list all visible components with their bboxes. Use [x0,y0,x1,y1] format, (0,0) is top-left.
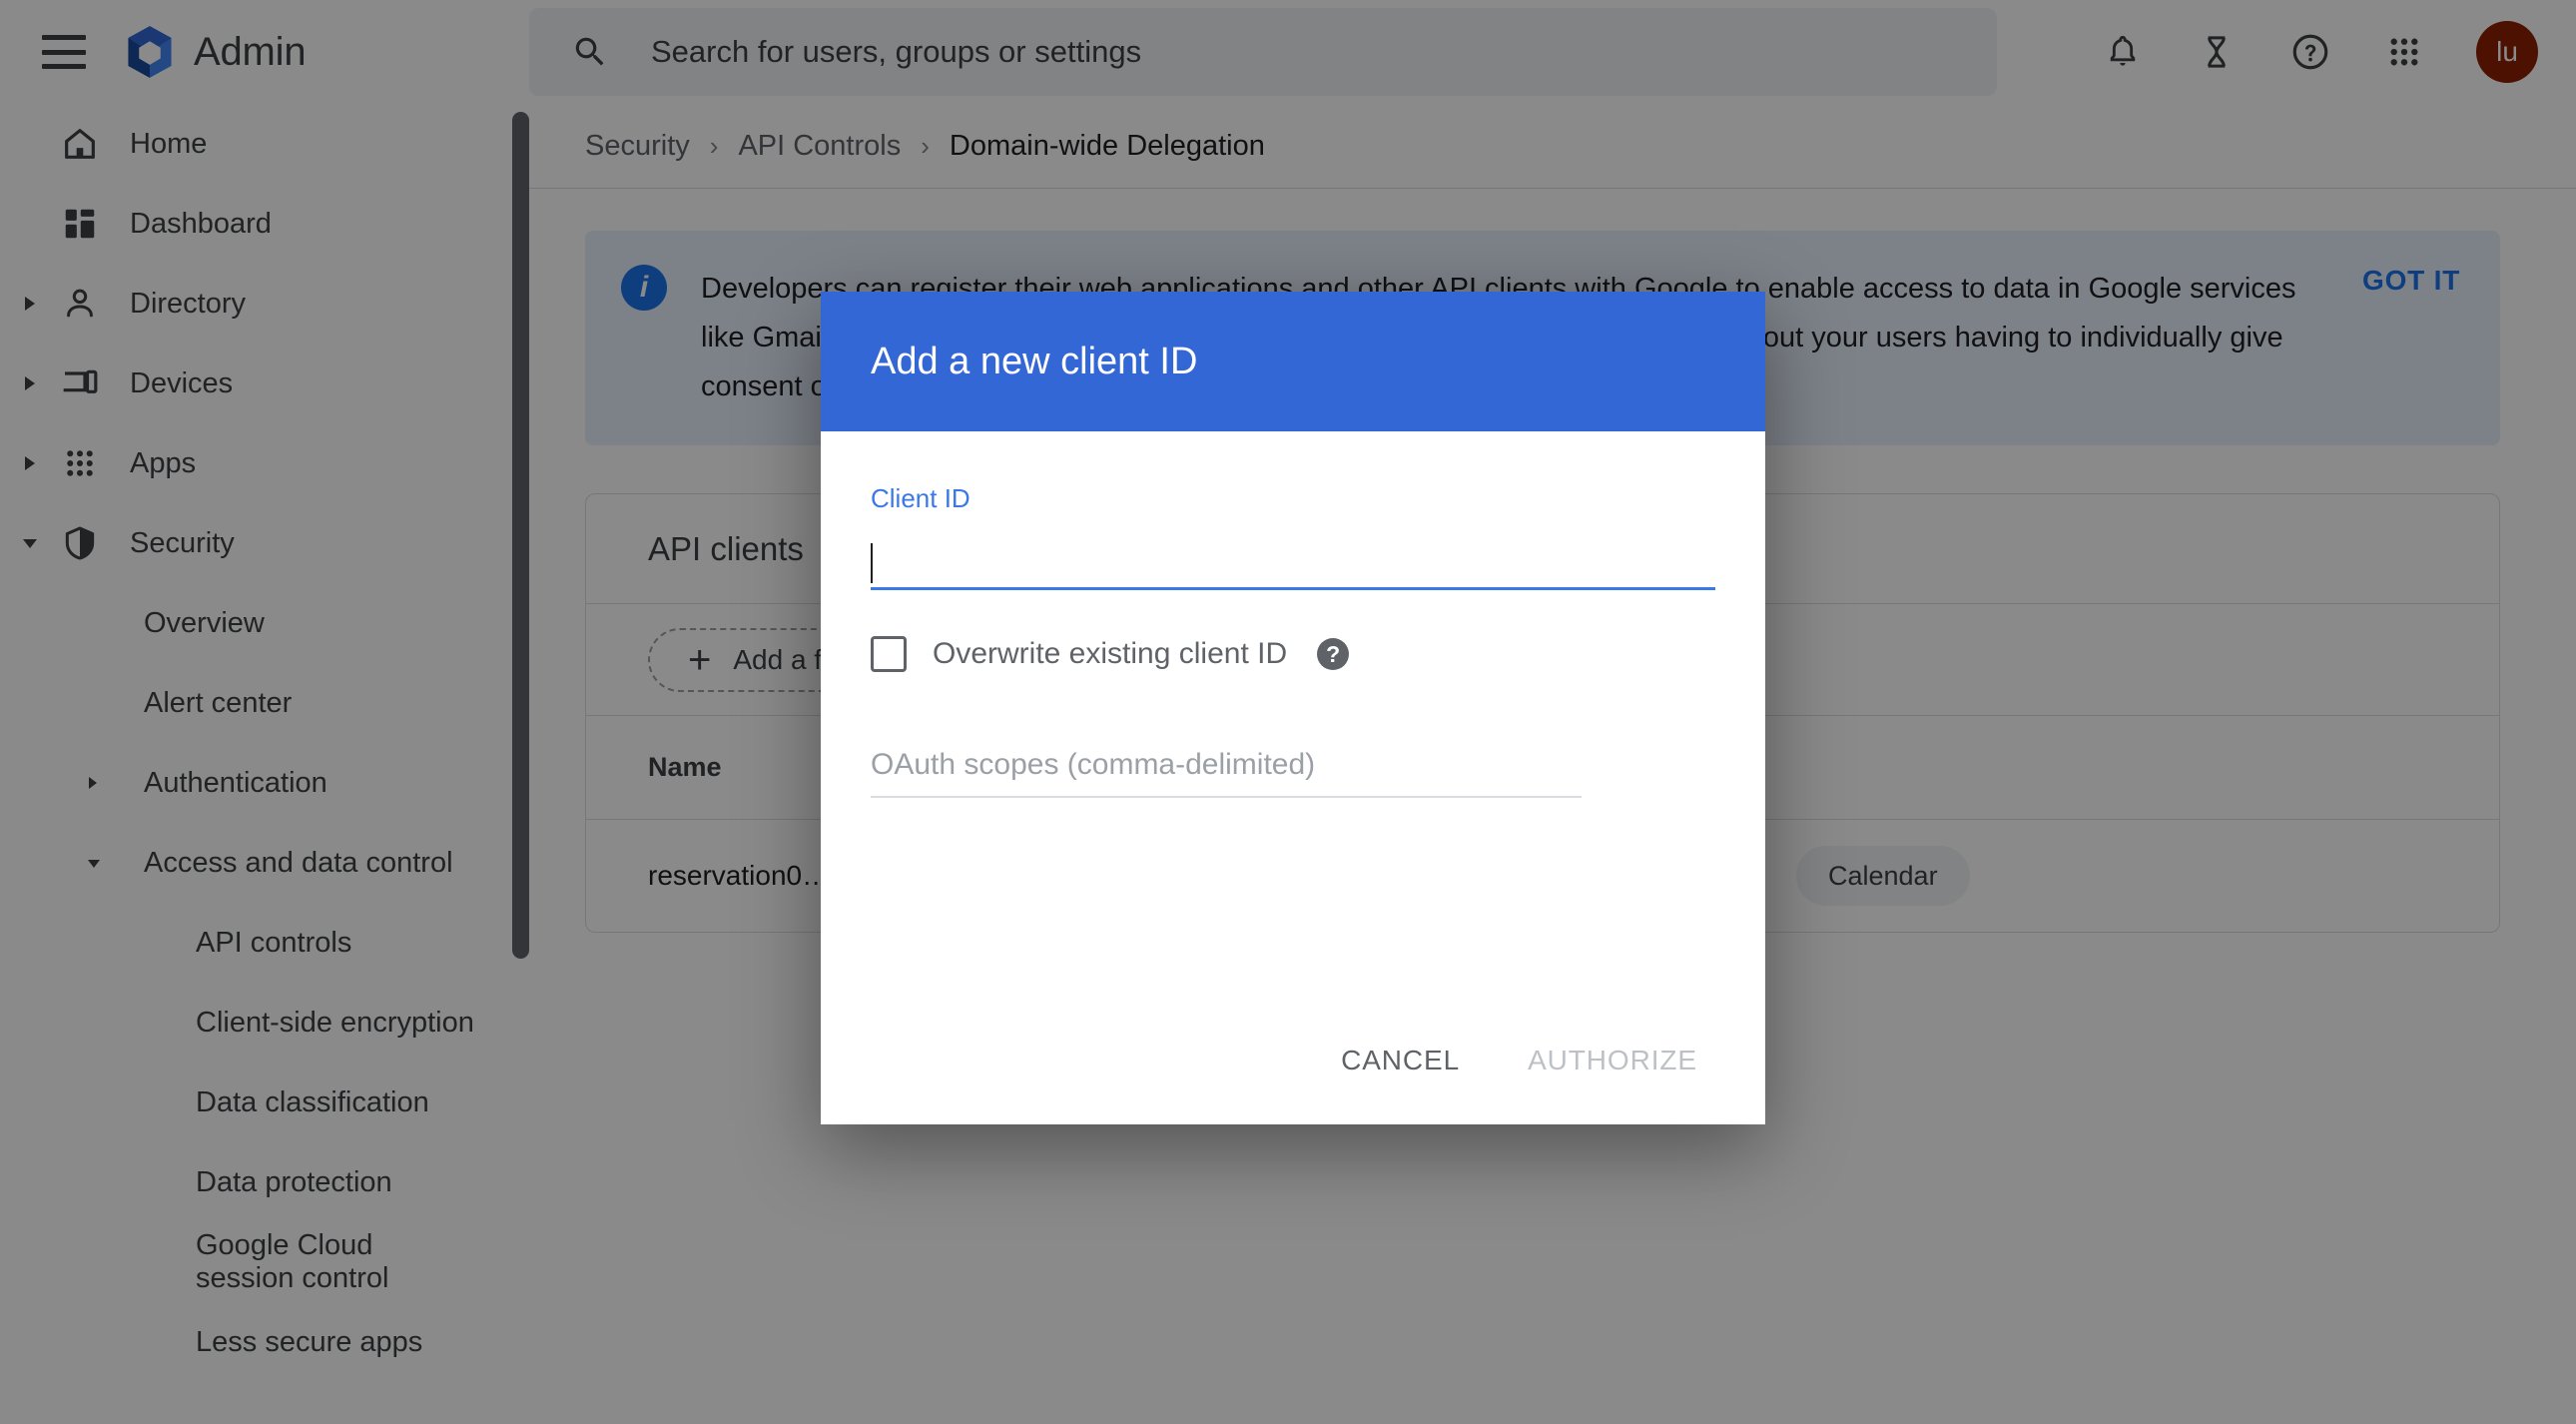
help-circle-icon[interactable]: ? [1317,638,1350,670]
authorize-button[interactable]: AUTHORIZE [1506,1027,1719,1094]
client-id-label: Client ID [871,483,970,513]
dialog-actions: CANCEL AUTHORIZE [821,997,1765,1124]
text-caret [871,542,873,583]
oauth-scopes-placeholder: OAuth scopes (comma-delimited) [871,748,1316,781]
overwrite-existing-client-id-checkbox[interactable] [871,636,907,672]
add-client-id-dialog: Add a new client ID Client ID Overwrite … [821,292,1765,1124]
client-id-input[interactable] [871,538,1715,590]
dialog-body: Client ID Overwrite existing client ID ?… [821,431,1765,997]
cancel-button[interactable]: CANCEL [1319,1027,1482,1094]
overwrite-checkbox-row: Overwrite existing client ID ? [871,636,1715,672]
dialog-title: Add a new client ID [871,340,1198,382]
oauth-scopes-input[interactable]: OAuth scopes (comma-delimited) [871,748,1582,798]
dialog-header: Add a new client ID [821,292,1765,431]
overwrite-checkbox-label: Overwrite existing client ID [933,637,1288,670]
